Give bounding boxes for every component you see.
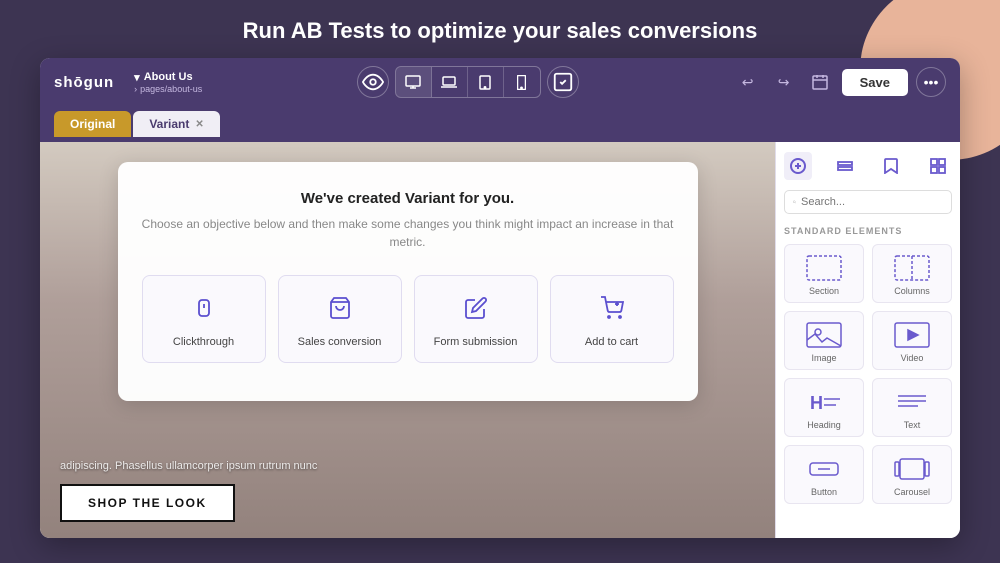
heading-element-icon: H bbox=[806, 389, 842, 415]
element-heading[interactable]: H Heading bbox=[784, 378, 864, 437]
more-button[interactable]: ••• bbox=[916, 67, 946, 97]
tab-variant-close[interactable]: ✕ bbox=[195, 119, 203, 130]
redo-button[interactable]: ↪ bbox=[770, 68, 798, 96]
modal-title: We've created Variant for you. bbox=[142, 190, 674, 207]
objective-grid: Clickthrough Sales convers bbox=[142, 275, 674, 363]
image-element-icon bbox=[806, 322, 842, 348]
top-bar: shōgun ▾ About Us › pages/about-us bbox=[40, 58, 960, 106]
button-element-icon bbox=[806, 456, 842, 482]
columns-element-icon bbox=[894, 255, 930, 281]
add-to-cart-icon bbox=[600, 296, 624, 326]
objective-clickthrough[interactable]: Clickthrough bbox=[142, 275, 266, 363]
objective-sales-conversion[interactable]: Sales conversion bbox=[278, 275, 402, 363]
carousel-label: Carousel bbox=[894, 487, 930, 497]
search-icon bbox=[793, 196, 796, 208]
text-label: Text bbox=[904, 420, 921, 430]
objective-form-submission[interactable]: Form submission bbox=[414, 275, 538, 363]
heading-label: Heading bbox=[807, 420, 841, 430]
right-panel: STANDARD ELEMENTS Section Columns bbox=[775, 142, 960, 538]
device-group bbox=[395, 66, 541, 98]
canvas-area: We've created Variant for you. Choose an… bbox=[40, 142, 775, 538]
add-element-button[interactable] bbox=[784, 152, 812, 180]
bookmark-button[interactable] bbox=[877, 152, 905, 180]
svg-text:H: H bbox=[810, 393, 823, 413]
panel-toolbar bbox=[784, 152, 952, 180]
save-button[interactable]: Save bbox=[842, 69, 908, 96]
preview-button[interactable] bbox=[357, 66, 389, 98]
tab-bar: Original Variant ✕ bbox=[40, 106, 960, 142]
image-label: Image bbox=[811, 353, 836, 363]
text-element-icon bbox=[894, 389, 930, 415]
tab-original[interactable]: Original bbox=[54, 111, 131, 137]
app-window: shōgun ▾ About Us › pages/about-us bbox=[40, 58, 960, 538]
element-button[interactable]: Button bbox=[784, 445, 864, 504]
search-bar[interactable] bbox=[784, 190, 952, 214]
calendar-button[interactable] bbox=[806, 68, 834, 96]
grid-button[interactable] bbox=[924, 152, 952, 180]
elements-grid: Section Columns I bbox=[784, 244, 952, 504]
breadcrumb-title: ▾ About Us bbox=[134, 71, 202, 84]
toolbar-center bbox=[202, 66, 733, 98]
shop-the-look-button[interactable]: SHOP THE LOOK bbox=[60, 484, 235, 522]
toolbar-right: ↩ ↪ Save ••• bbox=[734, 67, 946, 97]
element-columns[interactable]: Columns bbox=[872, 244, 952, 303]
form-submission-label: Form submission bbox=[434, 336, 518, 348]
sales-conversion-label: Sales conversion bbox=[298, 336, 382, 348]
tablet-button[interactable] bbox=[468, 67, 504, 97]
section-element-icon bbox=[806, 255, 842, 281]
logo: shōgun bbox=[54, 74, 114, 91]
video-label: Video bbox=[901, 353, 924, 363]
breadcrumb-area[interactable]: ▾ About Us › pages/about-us bbox=[134, 71, 202, 94]
element-section[interactable]: Section bbox=[784, 244, 864, 303]
form-submission-icon bbox=[464, 296, 488, 326]
add-to-cart-label: Add to cart bbox=[585, 336, 638, 348]
objective-add-to-cart[interactable]: Add to cart bbox=[550, 275, 674, 363]
sales-conversion-icon bbox=[328, 296, 352, 326]
carousel-element-icon bbox=[894, 456, 930, 482]
mobile-button[interactable] bbox=[504, 67, 540, 97]
breadcrumb-sub: › pages/about-us bbox=[134, 84, 202, 94]
layout-button[interactable] bbox=[831, 152, 859, 180]
modal-subtitle: Choose an objective below and then make … bbox=[142, 215, 674, 251]
lorem-text: adipiscing. Phasellus ullamcorper ipsum … bbox=[60, 460, 755, 472]
video-element-icon bbox=[894, 322, 930, 348]
clickthrough-icon bbox=[192, 296, 216, 326]
page-heading: Run AB Tests to optimize your sales conv… bbox=[0, 0, 1000, 58]
variant-modal: We've created Variant for you. Choose an… bbox=[118, 162, 698, 401]
canvas-bottom: adipiscing. Phasellus ullamcorper ipsum … bbox=[40, 444, 775, 538]
ab-test-button[interactable] bbox=[547, 66, 579, 98]
columns-label: Columns bbox=[894, 286, 930, 296]
button-label: Button bbox=[811, 487, 837, 497]
element-image[interactable]: Image bbox=[784, 311, 864, 370]
clickthrough-label: Clickthrough bbox=[173, 336, 234, 348]
laptop-button[interactable] bbox=[432, 67, 468, 97]
element-text[interactable]: Text bbox=[872, 378, 952, 437]
section-label: Section bbox=[809, 286, 839, 296]
element-carousel[interactable]: Carousel bbox=[872, 445, 952, 504]
tab-variant[interactable]: Variant ✕ bbox=[133, 111, 219, 137]
logo-area: shōgun bbox=[54, 74, 114, 91]
elements-section-label: STANDARD ELEMENTS bbox=[784, 226, 952, 236]
undo-button[interactable]: ↩ bbox=[734, 68, 762, 96]
search-input[interactable] bbox=[801, 196, 943, 208]
content-area: We've created Variant for you. Choose an… bbox=[40, 142, 960, 538]
desktop-button[interactable] bbox=[396, 67, 432, 97]
element-video[interactable]: Video bbox=[872, 311, 952, 370]
